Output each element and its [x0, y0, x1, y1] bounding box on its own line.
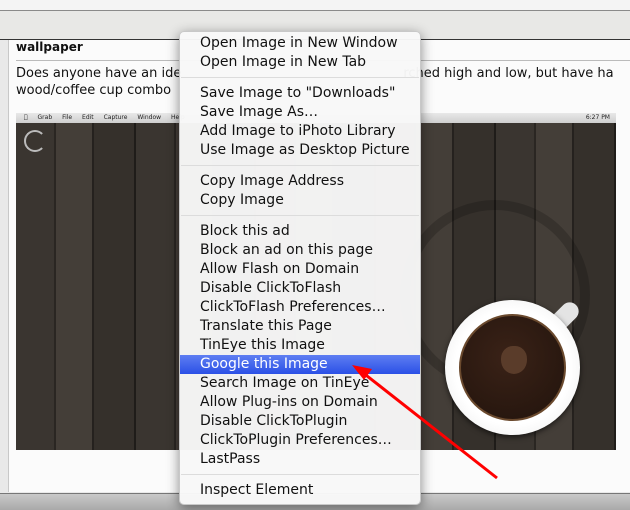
red-arrow-annotation: [352, 365, 498, 480]
arrow-line: [361, 370, 498, 480]
